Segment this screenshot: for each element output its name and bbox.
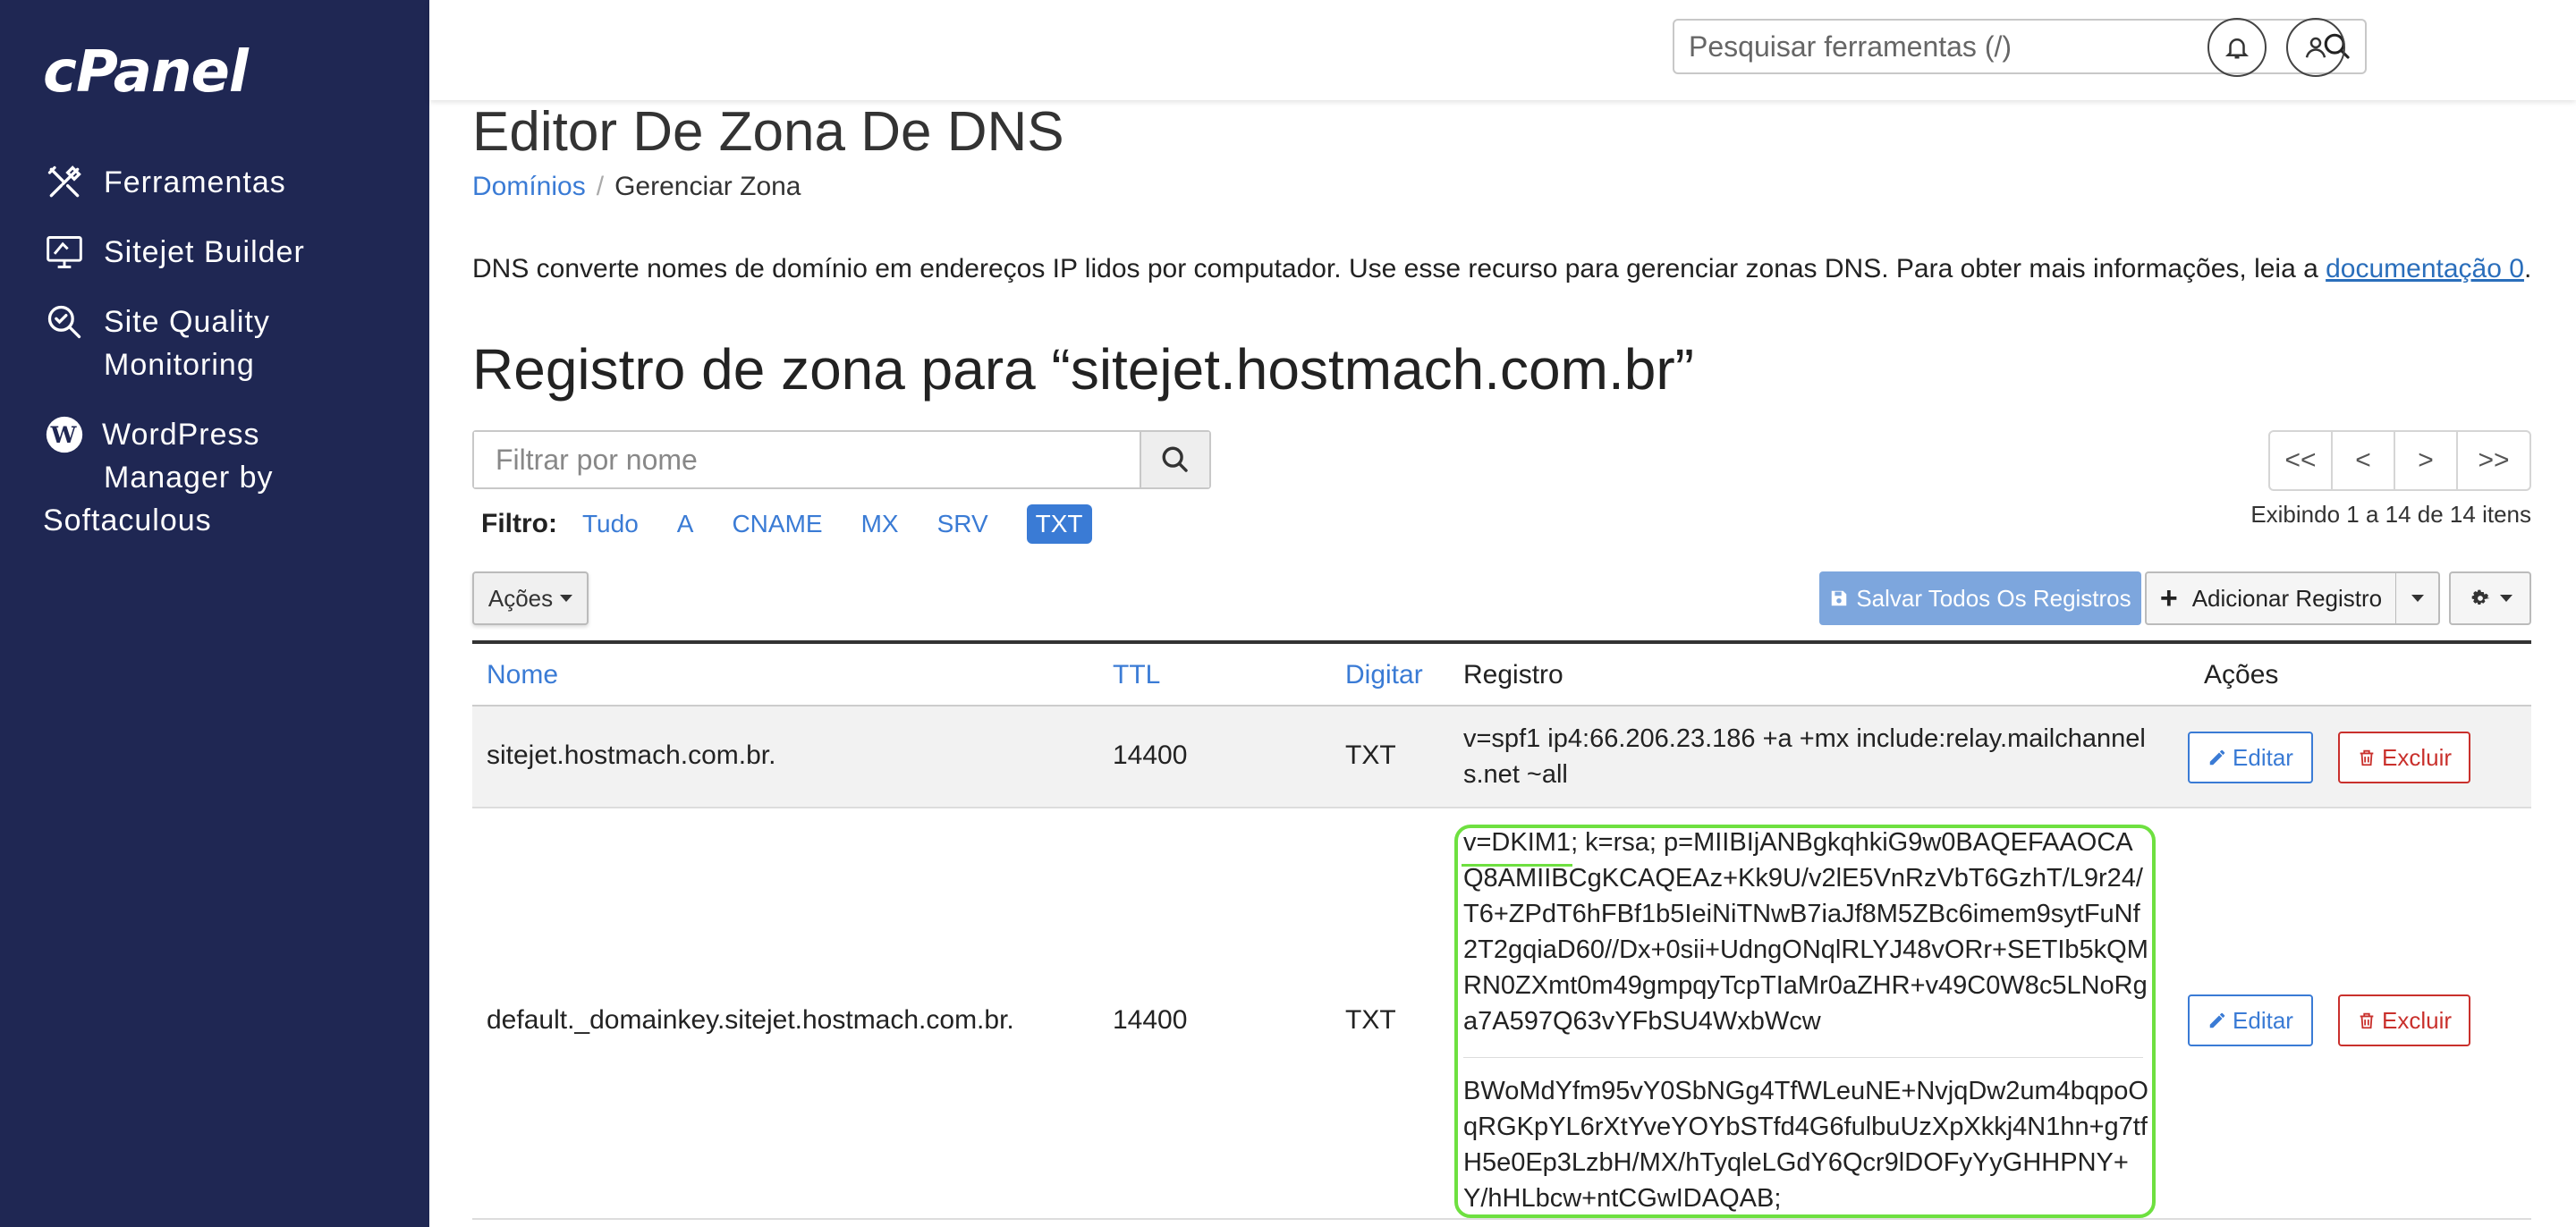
sidebar-item-label: Ferramentas: [104, 165, 286, 199]
breadcrumb: Domínios / Gerenciar Zona: [472, 172, 801, 202]
pagination-status: Exibindo 1 a 14 de 14 itens: [2250, 501, 2531, 528]
pencil-icon: [2209, 1012, 2225, 1028]
record-type: TXT: [1345, 740, 1396, 770]
table-row: sitejet.hostmach.com.br. 14400 TXT v=spf…: [472, 707, 2531, 808]
gear-icon: [2471, 589, 2490, 605]
column-header-name[interactable]: Nome: [487, 660, 558, 690]
tools-search-input[interactable]: [1674, 21, 2301, 72]
record-type: TXT: [1345, 1005, 1396, 1035]
filter-name-input[interactable]: [474, 432, 1140, 487]
caret-down-icon: [2500, 595, 2512, 602]
filter-mx[interactable]: MX: [861, 510, 899, 538]
cpanel-logo[interactable]: cPanel: [43, 39, 249, 106]
sidebar-item-label: Monitoring: [104, 348, 255, 382]
page-description: DNS converte nomes de domínio em endereç…: [472, 254, 2532, 283]
pagination: << < > >>: [2268, 430, 2531, 491]
floppy-icon: [1832, 590, 1847, 606]
quality-icon: [43, 300, 86, 343]
record-name: default._domainkey.sitejet.hostmach.com.…: [487, 1005, 1014, 1035]
actions-dropdown[interactable]: Ações: [472, 571, 589, 625]
pager-last[interactable]: >>: [2458, 432, 2529, 489]
pencil-icon: [2209, 749, 2225, 766]
record-value: v=spf1 ip4:66.206.23.186 +a +mx include:…: [1463, 724, 2146, 789]
filter-txt[interactable]: TXT: [1026, 504, 1092, 544]
filter-search: [472, 430, 1211, 489]
filter-search-button[interactable]: [1140, 432, 1209, 487]
filter-cname[interactable]: CNAME: [732, 510, 822, 538]
table-header: Nome TTL Digitar Registro Ações: [472, 640, 2531, 707]
pager-next[interactable]: >: [2395, 432, 2458, 489]
caret-down-icon: [2411, 595, 2424, 602]
zone-records-table: Nome TTL Digitar Registro Ações sitejet.…: [472, 640, 2531, 1220]
sidebar-item-label: Site Quality: [104, 305, 270, 339]
filter-a[interactable]: A: [677, 510, 694, 538]
column-header-record: Registro: [1463, 660, 1563, 690]
pager-first[interactable]: <<: [2270, 432, 2333, 489]
column-header-ttl[interactable]: TTL: [1113, 660, 1160, 690]
documentation-link[interactable]: documentação 0: [2326, 254, 2524, 283]
sidebar-item-label: Softaculous: [43, 503, 212, 537]
filter-srv[interactable]: SRV: [937, 510, 988, 538]
sidebar-nav: Ferramentas Sitejet Builder Site Quality…: [43, 161, 419, 569]
bell-icon: [2224, 38, 2250, 59]
breadcrumb-current: Gerenciar Zona: [614, 172, 801, 201]
record-ttl: 14400: [1113, 740, 1188, 770]
sidebar-item-sitejet[interactable]: Sitejet Builder: [43, 231, 419, 274]
record-name: sitejet.hostmach.com.br.: [487, 740, 776, 770]
edit-button[interactable]: Editar: [2188, 732, 2313, 783]
page-title: Editor De Zona De DNS: [472, 101, 1064, 163]
record-divider: [1463, 1057, 2143, 1058]
sitejet-icon: [43, 231, 86, 274]
delete-button[interactable]: Excluir: [2338, 732, 2470, 783]
tools-icon: [43, 161, 86, 204]
sidebar-item-label: Manager by: [104, 461, 274, 495]
record-ttl: 14400: [1113, 1005, 1188, 1035]
delete-button[interactable]: Excluir: [2338, 994, 2470, 1046]
sidebar-item-label: WordPress: [102, 418, 260, 452]
caret-down-icon: [560, 595, 573, 602]
notifications-button[interactable]: [2207, 18, 2267, 77]
svg-text:W: W: [50, 422, 79, 449]
filter-tudo[interactable]: Tudo: [582, 510, 639, 538]
edit-button[interactable]: Editar: [2188, 994, 2313, 1046]
user-menu-button[interactable]: [2286, 18, 2345, 77]
user-icon: [2305, 37, 2326, 58]
plus-icon: +: [2159, 580, 2178, 615]
type-filters: Filtro: Tudo A CNAME MX SRV TXT: [481, 504, 1131, 544]
record-value-part1: v=DKIM1; k=rsa; p=MIIBIjANBgkqhkiG9w0BAQ…: [1463, 828, 2148, 1036]
sidebar-item-wordpress[interactable]: W WordPress Manager by Softaculous: [43, 413, 419, 542]
table-row: default._domainkey.sitejet.hostmach.com.…: [472, 808, 2531, 1220]
sidebar-item-site-quality[interactable]: Site Quality Monitoring: [43, 300, 419, 386]
trash-icon: [2360, 1012, 2374, 1029]
sidebar-item-label: Sitejet Builder: [104, 235, 305, 269]
wordpress-icon: W: [43, 413, 86, 456]
sidebar-item-ferramentas[interactable]: Ferramentas: [43, 161, 419, 204]
zone-title: Registro de zona para “sitejet.hostmach.…: [472, 337, 1694, 402]
pager-prev[interactable]: <: [2333, 432, 2395, 489]
trash-icon: [2360, 749, 2374, 766]
save-all-button[interactable]: Salvar Todos Os Registros: [1819, 571, 2141, 625]
column-header-actions: Ações: [2204, 660, 2279, 690]
breadcrumb-separator: /: [596, 172, 605, 201]
settings-dropdown[interactable]: [2449, 571, 2531, 625]
add-record-button[interactable]: + Adicionar Registro: [2145, 571, 2397, 625]
top-bar: [429, 0, 2576, 100]
column-header-type[interactable]: Digitar: [1345, 660, 1423, 690]
filter-label: Filtro:: [481, 509, 557, 538]
search-icon: [1162, 446, 1188, 472]
add-record-dropdown[interactable]: [2395, 571, 2440, 625]
record-value-part2: BWoMdYfm95vY0SbNGg4TfWLeuNE+NvjqDw2um4bq…: [1463, 1077, 2148, 1213]
breadcrumb-dominios[interactable]: Domínios: [472, 172, 586, 201]
sidebar: cPanel Ferramentas Sitejet Builder Site …: [0, 0, 429, 1227]
